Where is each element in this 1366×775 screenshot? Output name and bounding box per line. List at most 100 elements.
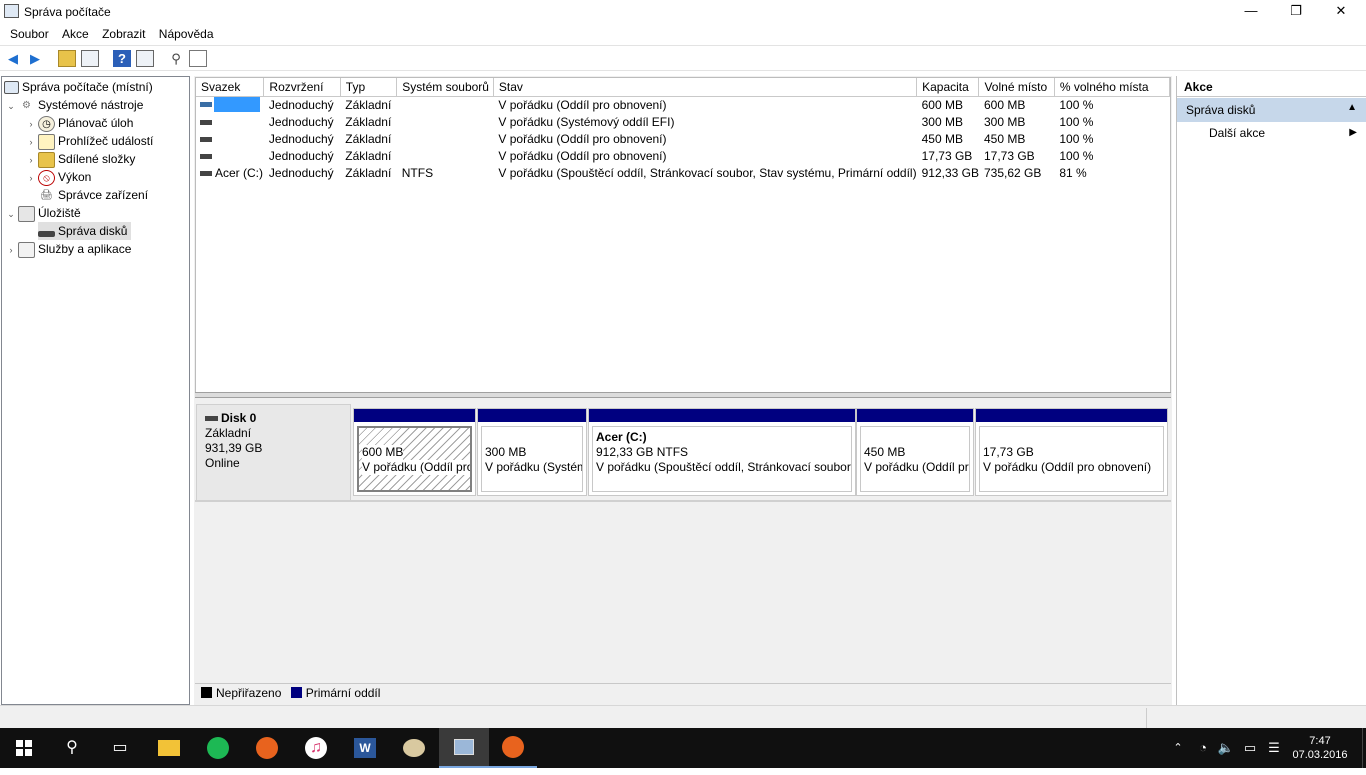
volume-icon [200,119,212,125]
up-folder-icon[interactable] [58,50,76,67]
minimize-button[interactable]: — [1228,0,1274,24]
chevron-right-icon[interactable]: › [24,115,38,133]
disk-info[interactable]: Disk 0 Základní 931,39 GB Online [196,404,351,501]
menu-action[interactable]: Akce [57,24,94,41]
tree-label: Služby a aplikace [38,242,132,256]
firefox-window-icon[interactable] [489,728,537,768]
column-header-percent-free[interactable]: % volného místa [1054,78,1171,97]
tree-item-event-viewer[interactable]: › Prohlížeč událostí [24,132,153,150]
navigation-tree: Správa počítače (místní) ⌄ ⚙ Systémové nás… [1,76,190,705]
menu-help[interactable]: Nápověda [154,24,219,41]
cell: 450 MB [983,131,1026,146]
services-icon [18,241,35,258]
tree-label: Správa počítače (místní) [22,80,153,94]
partition-status: V pořádku (Oddíl pro obnovení) [362,460,470,475]
paint-icon[interactable] [390,728,438,768]
tree-item-storage[interactable]: ⌄ Úložiště [4,204,81,222]
table-row[interactable]: Jednoduchý Základní V pořádku (Oddíl pro… [196,130,1170,147]
firefox-logo-icon [256,737,278,759]
volume-name-cell [196,96,264,113]
spotify-icon[interactable] [194,728,242,768]
chevron-right-icon[interactable]: › [24,151,38,169]
chevron-right-icon[interactable]: › [24,169,38,187]
partition-acer-c[interactable]: Acer (C:) 912,33 GB NTFS V pořádku (Spou… [588,408,856,496]
partition-body: 450 MB V pořádku (Oddíl pro obnovení) [860,426,970,492]
chevron-down-icon[interactable]: ⌄ [4,97,18,115]
column-header-free-space[interactable]: Volné místo [978,78,1055,97]
search-icon[interactable]: ⚲ [48,728,96,768]
primary-swatch [290,687,302,698]
forward-icon[interactable]: ▶ [26,50,44,67]
menu-file[interactable]: Soubor [5,24,54,41]
action-center-icon[interactable]: ☰ [1264,728,1284,768]
tree-item-device-manager[interactable]: 🖨 Správce zařízení [38,186,148,204]
tree-item-services[interactable]: › Služby a aplikace [4,240,131,258]
table-row[interactable]: Jednoduchý Základní V pořádku (Oddíl pro… [196,96,1170,113]
cell [397,130,494,147]
actions-section-disk-management[interactable]: Správa disků ▲ [1177,98,1366,122]
itunes-icon[interactable]: ♫ [292,728,340,768]
properties-icon[interactable] [189,50,207,67]
table-row[interactable]: Jednoduchý Základní V pořádku (Oddíl pro… [196,147,1170,164]
cell [397,96,494,113]
partition-status: V pořádku (Oddíl pro obnovení) [864,460,969,474]
maximize-button[interactable]: ❐ [1273,0,1319,24]
partition-bar [354,409,475,422]
task-view-icon[interactable]: ▭ [96,728,144,768]
tree-item-task-scheduler[interactable]: › ◷ Plánovač úloh [24,114,133,132]
cell: V pořádku (Spouštěcí oddíl, Stránkovací … [498,165,917,180]
cell: Jednoduchý [268,165,334,180]
table-row[interactable]: Jednoduchý Základní V pořádku (Systémový… [196,113,1170,130]
status-bar [0,705,1366,729]
tree-item-shared-folders[interactable]: › Sdílené složky [24,150,135,168]
battery-icon[interactable]: ▭ [1240,728,1260,768]
partition-recovery-2[interactable]: 450 MB V pořádku (Oddíl pro obnovení) [856,408,974,496]
pane-splitter[interactable] [195,392,1171,398]
file-explorer-icon[interactable] [145,728,193,768]
table-row[interactable]: Acer (C:) Jednoduchý Základní NTFS V poř… [196,164,1170,181]
word-icon[interactable]: W [341,728,389,768]
window-title: Správa počítače [24,5,111,19]
show-tree-icon[interactable] [81,50,99,67]
show-desktop-button[interactable] [1362,728,1366,768]
connect-icon[interactable]: ⚲ [167,50,185,67]
column-header-capacity[interactable]: Kapacita [916,78,980,97]
column-header-type[interactable]: Typ [340,78,398,97]
partition-recovery-3[interactable]: 17,73 GB V pořádku (Oddíl pro obnovení) [975,408,1168,496]
chevron-down-icon[interactable]: ⌄ [4,205,18,223]
chevron-right-icon[interactable]: › [4,241,18,259]
volume-list[interactable]: Svazek Rozvržení Typ Systém souborů Stav… [195,77,1171,393]
tree-label: Sdílené složky [58,152,136,166]
volume-icon[interactable]: 🔈 [1216,728,1236,768]
column-header-layout[interactable]: Rozvržení [263,78,341,97]
cell [397,147,494,164]
help-icon[interactable]: ? [113,50,131,67]
start-button[interactable] [0,728,48,768]
partition-recovery-1[interactable]: 600 MB V pořádku (Oddíl pro obnovení) [353,408,476,496]
chevron-right-icon[interactable]: › [24,133,38,151]
tree-label: Správa disků [58,224,128,238]
cell: 100 % [1059,97,1094,112]
close-button[interactable]: ✕ [1318,0,1364,24]
show-action-pane-icon[interactable] [136,50,154,67]
cell: V pořádku (Oddíl pro obnovení) [498,148,667,163]
wifi-icon[interactable]: ◔ [1193,728,1213,768]
action-more-actions[interactable]: Další akce ▶ [1177,126,1366,146]
firefox-icon[interactable] [243,728,291,768]
tree-item-root[interactable]: Správa počítače (místní) [4,78,153,96]
tree-item-disk-management[interactable]: Správa disků [38,222,132,240]
column-header-volume[interactable]: Svazek [196,78,265,97]
action-label: Další akce [1209,126,1266,140]
tray-overflow-chevron-icon[interactable]: ⌃ [1168,728,1188,768]
column-header-filesystem[interactable]: Systém souborů [396,78,494,97]
tree-item-system-tools[interactable]: ⌄ ⚙ Systémové nástroje [4,96,143,114]
computer-management-taskbar-icon[interactable] [439,728,489,768]
collapse-up-icon[interactable]: ▲ [1347,102,1357,113]
back-icon[interactable]: ◀ [4,50,22,67]
partition-efi[interactable]: 300 MB V pořádku (Systémový oddíl EFI) [477,408,587,496]
cell: 81 % [1059,165,1087,180]
clock[interactable]: 7:47 07.03.2016 [1290,728,1350,768]
column-header-status[interactable]: Stav [493,78,918,97]
menu-view[interactable]: Zobrazit [97,24,150,41]
tree-item-performance[interactable]: › ⦸ Výkon [24,168,91,186]
